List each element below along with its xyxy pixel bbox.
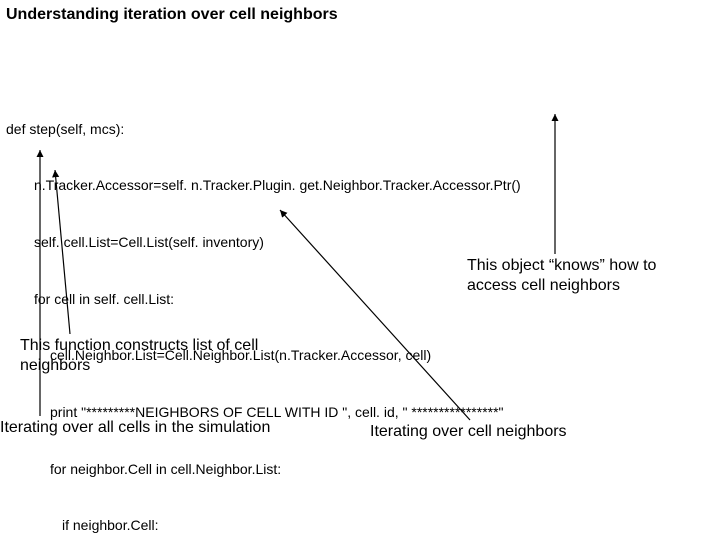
annotation-knows: This object “knows” how to access cell n…	[467, 256, 697, 296]
code-line: if neighbor.Cell:	[6, 516, 521, 535]
annotation-iter-neigh: Iterating over cell neighbors	[370, 422, 567, 442]
code-line: for neighbor.Cell in cell.Neighbor.List:	[6, 460, 521, 479]
code-line: for cell in self. cell.List:	[6, 290, 521, 309]
annotation-iter-all: Iterating over all cells in the simulati…	[0, 418, 270, 438]
code-block: def step(self, mcs): n.Tracker.Accessor=…	[6, 82, 521, 540]
code-line: def step(self, mcs):	[6, 120, 521, 139]
slide-title: Understanding iteration over cell neighb…	[6, 6, 338, 24]
code-line: n.Tracker.Accessor=self. n.Tracker.Plugi…	[6, 176, 521, 195]
annotation-constructs: This function constructs list of cell ne…	[20, 336, 260, 376]
code-line: self. cell.List=Cell.List(self. inventor…	[6, 233, 521, 252]
